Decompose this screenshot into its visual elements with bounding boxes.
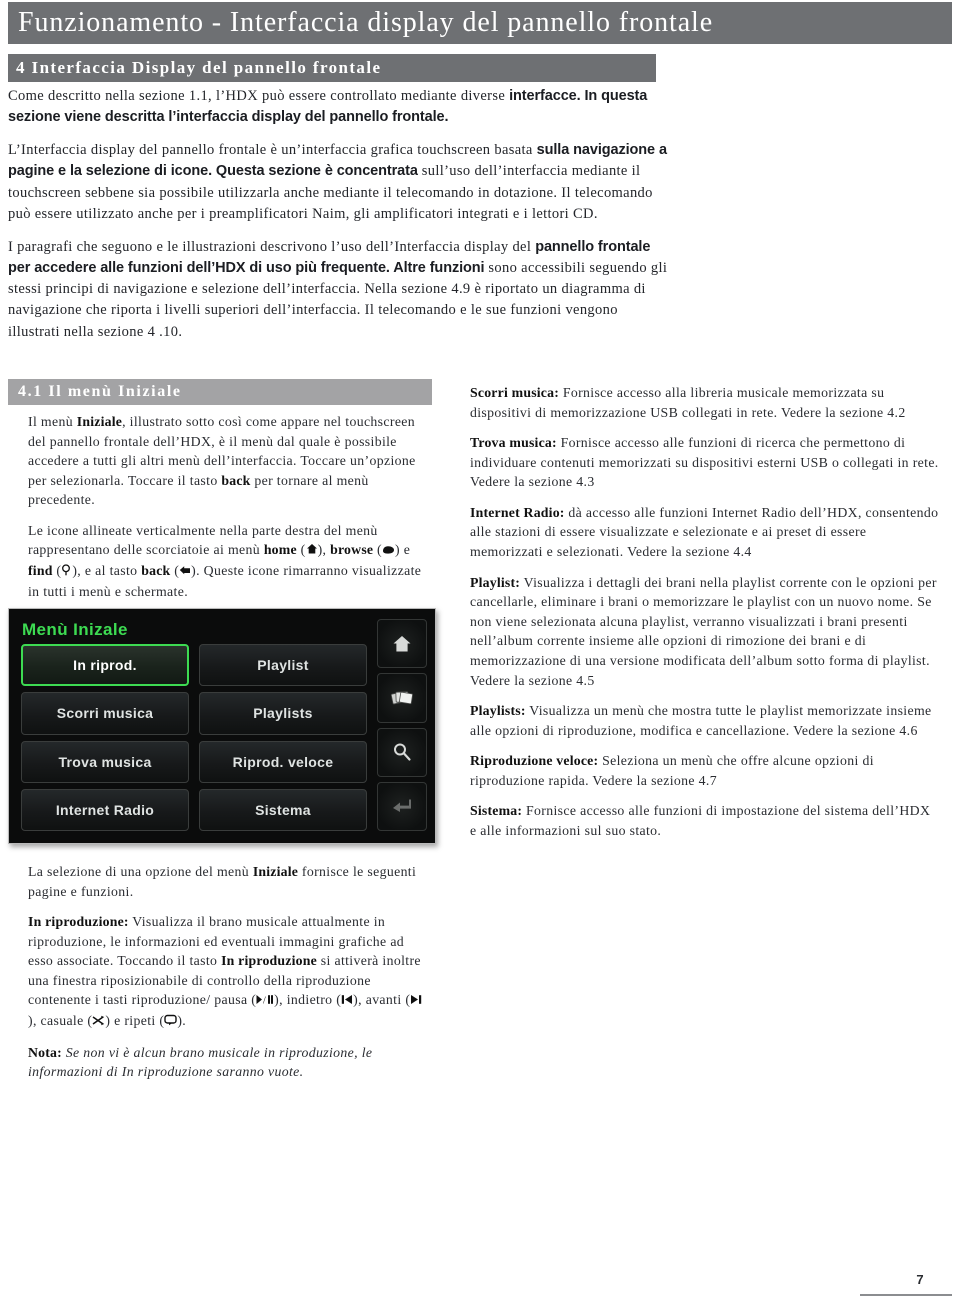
left-paragraph-3: La selezione di una opzione del menù Ini…: [28, 862, 426, 901]
lp1-d: back: [221, 472, 251, 488]
intro-p2-serif: L’Interfaccia display del pannello front…: [8, 142, 537, 159]
lp4-bold2: In riproduzione: [221, 953, 317, 969]
device-button-trova-musica[interactable]: Trova musica: [21, 740, 189, 783]
lp2-e: ) e: [394, 542, 411, 558]
right-term-5: Riproduzione veloce:: [470, 753, 599, 769]
repeat-icon: [164, 1012, 178, 1032]
lp3-b: Iniziale: [252, 864, 299, 879]
browse-icon: [389, 688, 415, 708]
right-term-2: Internet Radio:: [470, 504, 565, 520]
page-header-bar: Funzionamento - Interfaccia display del …: [8, 2, 952, 44]
device-home-button[interactable]: [377, 619, 427, 669]
shuffle-icon: [92, 1012, 105, 1032]
device-shortcut-sidebar: [373, 615, 429, 837]
intro-paragraph-2: L’Interfaccia display del pannello front…: [8, 140, 668, 225]
intro-paragraph-3: I paragrafi che seguono e le illustrazio…: [8, 237, 668, 343]
page-number: 7: [916, 1272, 924, 1287]
lp2-back-label: back: [141, 563, 171, 579]
previous-icon: [341, 991, 353, 1011]
home-icon: [391, 633, 413, 655]
subsection-heading-label: 4.1 Il menù Iniziale: [18, 383, 182, 400]
page-title: Funzionamento - Interfaccia display del …: [18, 7, 714, 38]
intro-text-block: Come descritto nella sezione 1.1, l’HDX …: [8, 86, 668, 355]
section-heading-bar: 4 Interfaccia Display del pannello front…: [8, 54, 656, 82]
device-button-internet-radio[interactable]: Internet Radio: [21, 788, 189, 831]
left-paragraph-nota: Nota: Se non vi è alcun brano musicale i…: [28, 1043, 426, 1082]
lp2-b: (: [296, 542, 306, 558]
right-item-riproduzione-veloce: Riproduzione veloce: Seleziona un menù c…: [470, 751, 940, 790]
right-item-playlists: Playlists: Visualizza un menù che mostra…: [470, 701, 940, 740]
device-menu-grid: In riprod. Playlist Scorri musica Playli…: [17, 644, 373, 837]
lp4-h: ).: [177, 1013, 187, 1029]
lp4-f: ), casuale (: [28, 1013, 93, 1029]
device-menu-title: Menù Inizale: [22, 620, 128, 639]
note-label: Nota:: [28, 1044, 62, 1060]
left-column-lower: La selezione di una opzione del menù Ini…: [28, 862, 426, 1093]
device-button-in-riprod[interactable]: In riprod.: [21, 644, 189, 687]
right-item-sistema: Sistema: Fornisce accesso alle funzioni …: [470, 801, 940, 840]
footer-rule: [860, 1294, 952, 1296]
right-text-3: Visualizza i dettagli dei brani nella pl…: [470, 574, 937, 688]
right-text-4: Visualizza un menù che mostra tutte le p…: [470, 703, 932, 738]
device-button-scorri-musica[interactable]: Scorri musica: [21, 692, 189, 735]
find-icon: [391, 741, 413, 763]
lp2-d: (: [373, 542, 382, 558]
device-back-button[interactable]: [377, 781, 427, 831]
right-text-6: Fornisce accesso alle funzioni di impost…: [470, 803, 931, 838]
back-icon: [391, 797, 413, 815]
device-button-playlist[interactable]: Playlist: [199, 644, 367, 687]
next-icon: [410, 991, 422, 1011]
lp3-a: La selezione di una opzione del menù: [28, 864, 253, 879]
right-term-4: Playlists:: [470, 703, 526, 719]
home-icon: [306, 541, 318, 561]
device-button-sistema[interactable]: Sistema: [199, 788, 367, 831]
play-pause-icon: /: [256, 991, 274, 1011]
lp2-g: ), e al tasto: [72, 563, 142, 579]
lp2-home-label: home: [263, 542, 297, 558]
browse-icon: [382, 541, 395, 561]
lp4-term: In riproduzione:: [28, 914, 129, 930]
svg-text:/: /: [263, 996, 266, 1005]
right-item-internet-radio: Internet Radio: dà accesso alle funzioni…: [470, 503, 940, 562]
lp4-g: ) e ripeti (: [105, 1013, 165, 1029]
left-column: Il menù Iniziale, illustrato sotto così …: [28, 412, 426, 612]
device-screen: Menù Inizale In riprod. Playlist Scorri …: [17, 615, 373, 837]
lp2-c: ),: [317, 542, 331, 558]
right-item-trova-musica: Trova musica: Fornisce accesso alle funz…: [470, 433, 940, 492]
right-term-6: Sistema:: [470, 803, 523, 819]
lp2-h: (: [170, 563, 180, 579]
device-button-riprod-veloce[interactable]: Riprod. veloce: [199, 740, 367, 783]
right-term-0: Scorri musica:: [470, 385, 560, 400]
lp2-browse-label: browse: [330, 542, 374, 558]
subsection-heading-bar: 4.1 Il menù Iniziale: [8, 379, 432, 405]
left-paragraph-2: Le icone allineate verticalmente nella p…: [28, 521, 426, 601]
note-text: Se non vi è alcun brano musicale in ripr…: [28, 1044, 373, 1080]
lp2-find-label: find: [28, 563, 53, 579]
lp1-b: Iniziale: [76, 414, 123, 429]
intro-p1-serif: Come descritto nella sezione 1.1, l’HDX …: [8, 88, 510, 104]
right-column: Scorri musica: Fornisce accesso alla lib…: [470, 383, 940, 852]
lp1-a: Il menù: [28, 414, 77, 429]
intro-paragraph-1: Come descritto nella sezione 1.1, l’HDX …: [8, 86, 668, 128]
device-find-button[interactable]: [377, 727, 427, 777]
intro-p3-serif: I paragrafi che seguono e le illustrazio…: [8, 238, 536, 255]
device-button-playlists[interactable]: Playlists: [199, 692, 367, 735]
back-icon: [179, 562, 191, 582]
find-icon: [61, 562, 72, 582]
device-browse-button[interactable]: [377, 673, 427, 723]
right-item-playlist: Playlist: Visualizza i dettagli dei bran…: [470, 573, 940, 690]
right-item-scorri-musica: Scorri musica: Fornisce accesso alla lib…: [470, 383, 940, 422]
right-term-1: Trova musica:: [470, 435, 557, 451]
right-term-3: Playlist:: [470, 574, 521, 590]
left-paragraph-in-riproduzione: In riproduzione: Visualizza il brano mus…: [28, 912, 426, 1031]
left-paragraph-1: Il menù Iniziale, illustrato sotto così …: [28, 412, 426, 510]
lp4-e: ), avanti (: [353, 992, 411, 1008]
section-heading-label: 4 Interfaccia Display del pannello front…: [16, 58, 382, 77]
front-panel-display-screenshot: Menù Inizale In riprod. Playlist Scorri …: [8, 608, 436, 844]
lp2-f: (: [52, 563, 62, 579]
lp4-d: ), indietro (: [274, 992, 342, 1008]
